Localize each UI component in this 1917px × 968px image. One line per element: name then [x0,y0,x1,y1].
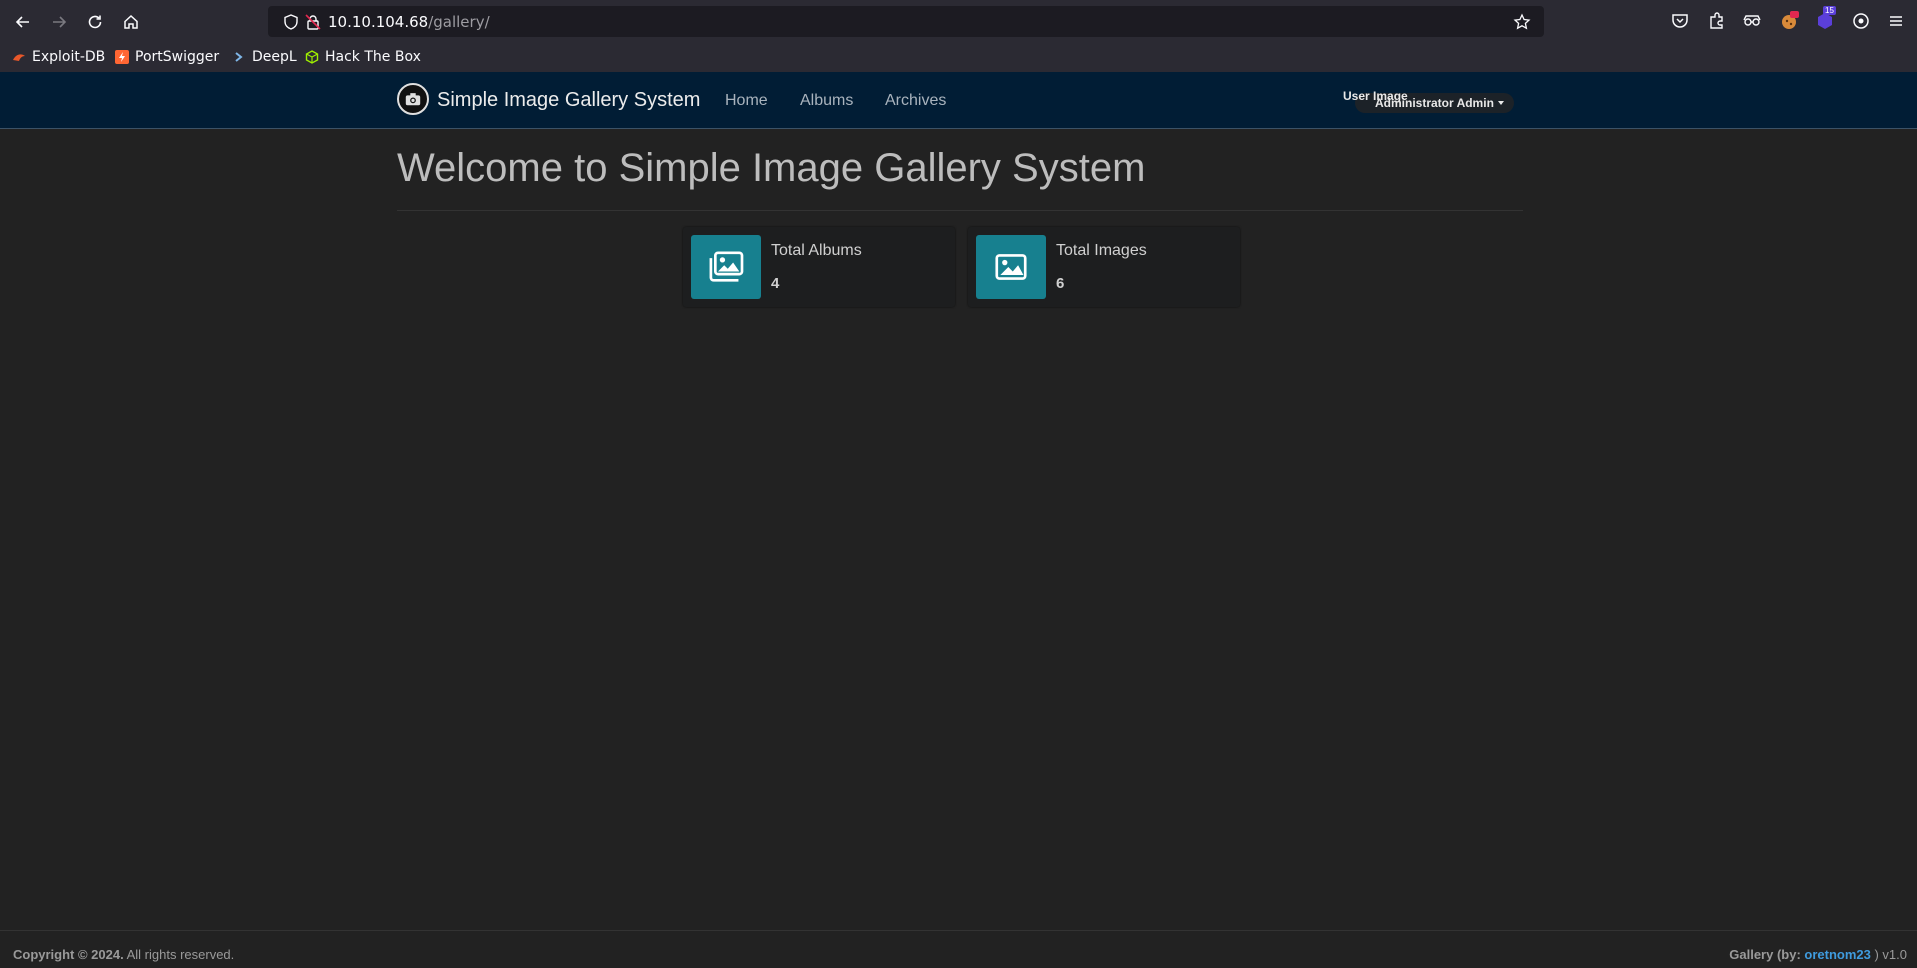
forward-button[interactable] [46,9,72,35]
back-arrow-icon [15,16,29,28]
image-icon [976,235,1046,299]
insecure-lock-icon[interactable] [304,13,322,31]
incognito-glasses-icon[interactable] [1742,11,1762,31]
credit-prefix: Gallery (by: [1729,947,1805,962]
deepl-icon [232,50,246,64]
stat-label: Total Images [1056,242,1147,259]
credit-suffix: ) v1.0 [1870,947,1907,962]
stat-value: 4 [771,275,780,292]
hackthebox-icon [305,50,319,64]
nav-link-home[interactable]: Home [725,92,768,110]
reload-button[interactable] [82,9,108,35]
shield-icon[interactable] [282,13,300,31]
exploit-db-icon [12,50,26,64]
brand-logo[interactable] [397,83,429,115]
bookmark-label: PortSwigger [135,49,220,65]
stat-card-albums: Total Albums 4 [683,227,955,307]
stat-value: 6 [1056,275,1065,292]
bookmark-deepl[interactable]: DeepL [232,48,297,66]
bookmark-exploit-db[interactable]: Exploit-DB [12,48,105,66]
cookie-editor-extension-icon[interactable] [1779,11,1799,31]
url-text[interactable]: 10.10.104.68/gallery/ [328,13,490,31]
reload-icon [88,15,102,29]
top-navbar: Simple Image Gallery System Home Albums … [0,72,1917,129]
bookmarks-bar: Exploit-DB PortSwigger DeepL Hack The Bo… [0,43,1917,72]
browser-toolbar: 10.10.104.68/gallery/ 15 [0,0,1917,43]
bookmark-star-icon[interactable] [1513,13,1531,31]
stat-card-images: Total Images 6 [968,227,1240,307]
pocket-icon[interactable] [1670,11,1690,31]
home-button[interactable] [118,9,144,35]
footer-credit: Gallery (by: oretnom23 ) v1.0 [1729,947,1907,962]
divider [397,210,1523,211]
page-title: Welcome to Simple Image Gallery System [397,146,1146,190]
author-link[interactable]: oretnom23 [1804,947,1870,962]
back-button[interactable] [10,9,36,35]
bookmark-label: Exploit-DB [32,49,106,65]
bookmark-label: DeepL [252,49,297,65]
forward-arrow-icon [53,16,67,28]
wappalyzer-icon[interactable] [1851,11,1871,31]
footer: Copyright © 2024. All rights reserved. G… [0,930,1917,968]
brand-title[interactable]: Simple Image Gallery System [437,89,700,112]
bookmark-portswigger[interactable]: PortSwigger [115,48,219,66]
camera-icon [405,93,421,106]
extension-badge: 15 [1823,6,1836,15]
copyright-year: Copyright © 2024. [13,947,124,962]
user-avatar-alt-text: User Image [1343,89,1408,103]
hamburger-menu-icon[interactable] [1886,11,1906,31]
portswigger-icon [115,50,129,64]
url-host: 10.10.104.68 [328,13,429,31]
stat-label: Total Albums [771,242,862,259]
bookmark-label: Hack The Box [325,49,421,65]
url-path: /gallery/ [428,13,490,31]
copyright-rest: All rights reserved. [123,947,235,962]
nav-link-archives[interactable]: Archives [885,92,946,110]
nav-link-albums[interactable]: Albums [800,92,853,110]
caret-down-icon [1497,101,1504,105]
home-icon [124,14,138,29]
bookmark-hack-the-box[interactable]: Hack The Box [305,48,421,66]
extensions-icon[interactable] [1706,11,1726,31]
url-bar[interactable]: 10.10.104.68/gallery/ [268,6,1544,37]
footer-copyright: Copyright © 2024. All rights reserved. [13,947,234,962]
albums-icon [691,235,761,299]
